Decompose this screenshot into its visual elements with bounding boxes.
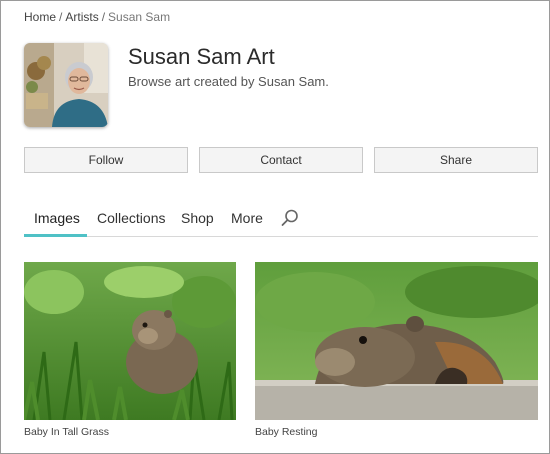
artwork-thumbnail[interactable] bbox=[24, 262, 236, 420]
artwork-thumbnail[interactable] bbox=[255, 262, 538, 420]
tab-collections[interactable]: Collections bbox=[97, 205, 165, 237]
tab-shop[interactable]: Shop bbox=[181, 205, 214, 237]
follow-button[interactable]: Follow bbox=[24, 147, 188, 173]
tab-images[interactable]: Images bbox=[34, 205, 80, 237]
active-tab-indicator bbox=[24, 234, 87, 237]
page-title: Susan Sam Art bbox=[128, 44, 275, 69]
tab-more[interactable]: More bbox=[231, 205, 263, 237]
tab-bar: Images Collections Shop More bbox=[24, 205, 538, 237]
breadcrumb-separator: / bbox=[59, 10, 63, 24]
share-button[interactable]: Share bbox=[374, 147, 538, 173]
breadcrumb-current: Susan Sam bbox=[108, 10, 171, 24]
artwork-card[interactable]: Baby In Tall Grass bbox=[24, 262, 236, 438]
contact-button[interactable]: Contact bbox=[199, 147, 363, 173]
breadcrumb-home-link[interactable]: Home bbox=[24, 10, 56, 24]
breadcrumb: Home / Artists / Susan Sam bbox=[24, 10, 170, 24]
page-subtitle: Browse art created by Susan Sam. bbox=[128, 74, 329, 89]
artwork-title[interactable]: Baby In Tall Grass bbox=[24, 426, 236, 438]
artwork-title[interactable]: Baby Resting bbox=[255, 426, 538, 438]
search-icon[interactable] bbox=[280, 208, 300, 228]
artist-portrait-image bbox=[24, 43, 108, 127]
artist-avatar[interactable] bbox=[24, 43, 108, 127]
breadcrumb-separator: / bbox=[101, 10, 106, 24]
artwork-card[interactable]: Baby Resting bbox=[255, 262, 538, 438]
breadcrumb-artists-link[interactable]: Artists bbox=[65, 10, 98, 24]
